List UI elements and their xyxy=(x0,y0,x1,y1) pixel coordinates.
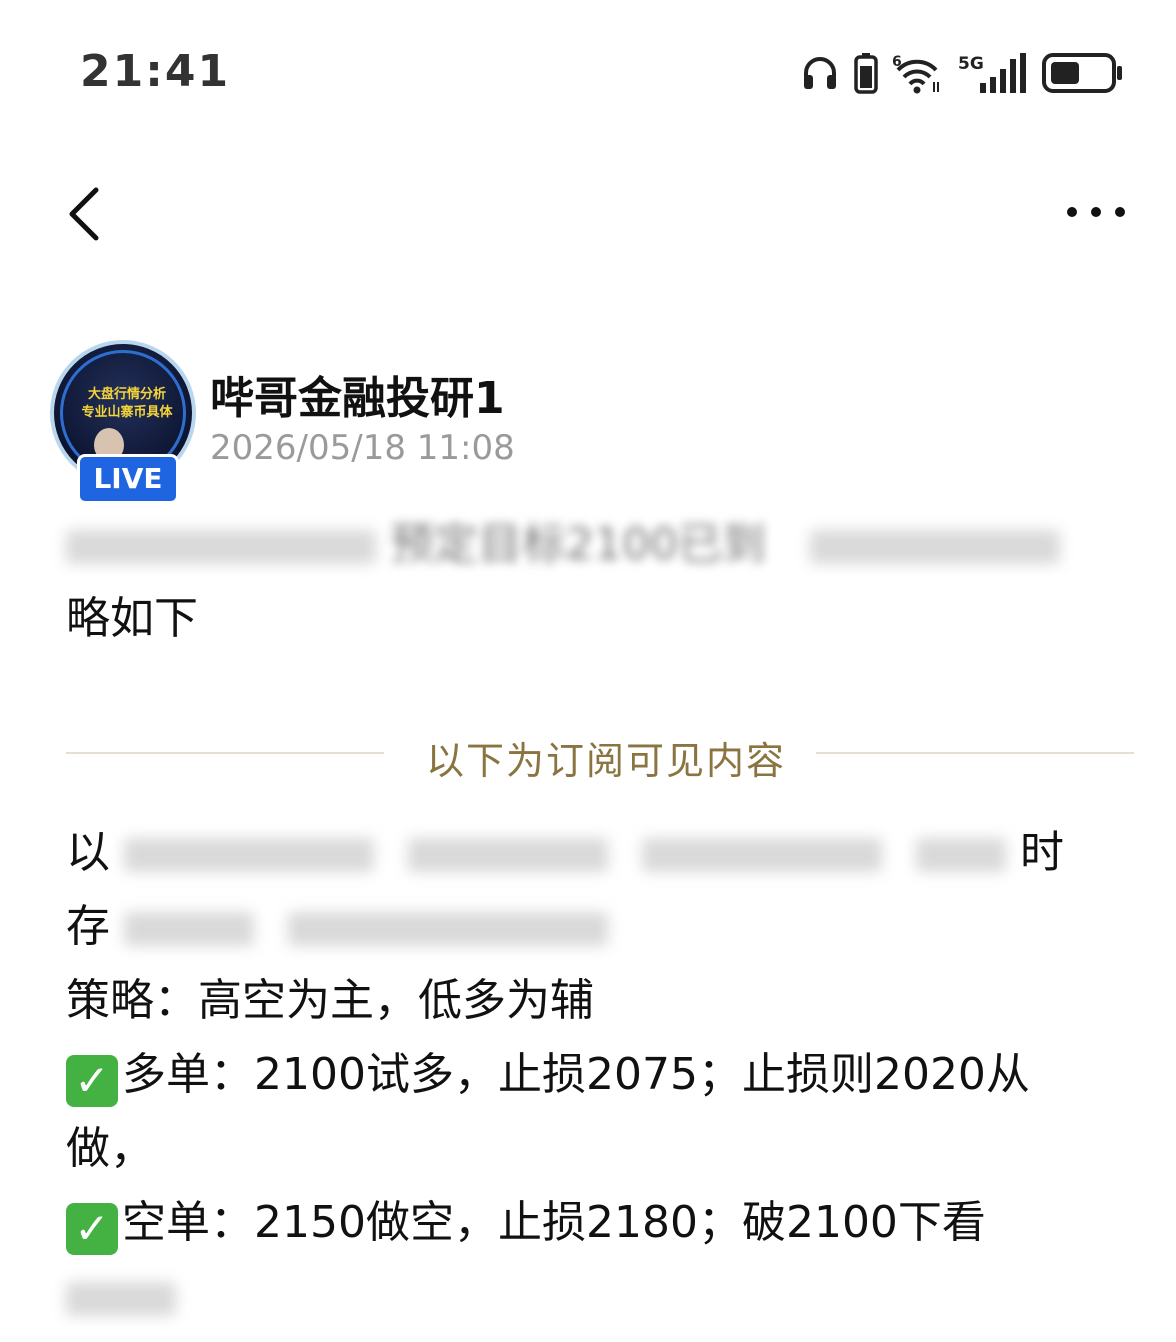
subscriber-divider: 以下为订阅可见内容 xyxy=(66,726,1134,783)
body-line-1-start: 以 xyxy=(66,827,110,878)
network-label: 5G xyxy=(958,54,984,74)
body-line-2-start: 存 xyxy=(66,901,110,952)
headphones-icon xyxy=(804,57,836,89)
back-button[interactable] xyxy=(62,184,112,244)
blurred-text xyxy=(124,912,254,946)
post-body: 以 时 存 策略：高空为主，低多为辅 ✓ 多单：2100试多，止损2075；止损则… xyxy=(66,816,1126,1334)
author-header: 大盘行情分析 专业山寨币具体 LIVE 哔哥金融投研1 2026/05/18 1… xyxy=(50,340,1150,504)
battery-small-icon xyxy=(854,53,878,94)
more-dots-icon xyxy=(1067,207,1125,217)
5g-signal-icon: 5G xyxy=(958,53,1026,93)
blurred-text xyxy=(916,838,1006,872)
avatar-caption-line2: 专业山寨币具体 xyxy=(81,405,173,420)
battery-icon xyxy=(1042,53,1122,93)
author-name[interactable]: 哔哥金融投研1 xyxy=(210,362,505,426)
avatar-caption: 大盘行情分析 专业山寨币具体 xyxy=(66,386,188,422)
body-line-1: 以 时 xyxy=(66,816,1126,890)
status-icons: 6 5G xyxy=(800,48,1124,98)
wifi-icon: 6 xyxy=(892,54,939,94)
body-line-2: 存 xyxy=(66,890,1126,964)
body-line-last xyxy=(66,1260,1126,1334)
nav-bar xyxy=(0,160,1176,270)
divider-line-right xyxy=(816,752,1134,754)
strategy-line: 策略：高空为主，低多为辅 xyxy=(66,975,594,1026)
blurred-text xyxy=(288,912,608,946)
blurred-text xyxy=(809,530,1060,564)
more-button[interactable] xyxy=(1064,200,1128,224)
short-order-text: 空单：2150做空，止损2180；破2100下看 xyxy=(122,1197,986,1248)
intro-line-2: 略如下 xyxy=(66,593,198,644)
intro-line-1: 预定目标2100已到 xyxy=(66,508,1126,582)
blurred-text xyxy=(408,838,608,872)
avatar-caption-line1: 大盘行情分析 xyxy=(87,387,166,402)
body-line-1-end: 时 xyxy=(1020,827,1064,878)
subscriber-only-label: 以下为订阅可见内容 xyxy=(426,739,787,783)
blurred-text xyxy=(66,530,376,564)
intro-visible-text: 预定目标2100已到 xyxy=(390,519,766,570)
long-order-line: ✓ 多单：2100试多，止损2075；止损则2020从 xyxy=(66,1038,1126,1112)
blurred-text xyxy=(642,838,882,872)
long-order-cont: 做， xyxy=(66,1123,154,1174)
divider-line-left xyxy=(66,752,384,754)
live-badge[interactable]: LIVE xyxy=(77,454,179,504)
status-time: 21:41 xyxy=(80,46,231,97)
blurred-text xyxy=(124,838,374,872)
chevron-left-icon xyxy=(69,187,99,241)
post-timestamp: 2026/05/18 11:08 xyxy=(210,428,515,468)
blurred-text xyxy=(66,1282,176,1316)
check-mark-icon: ✓ xyxy=(66,1203,118,1255)
post-intro: 预定目标2100已到 略如下 xyxy=(66,508,1126,656)
check-mark-icon: ✓ xyxy=(66,1055,118,1107)
status-bar: 21:41 6 5G xyxy=(0,0,1176,140)
long-order-text: 多单：2100试多，止损2075；止损则2020从 xyxy=(122,1049,1030,1100)
short-order-line: ✓ 空单：2150做空，止损2180；破2100下看 xyxy=(66,1186,1126,1260)
